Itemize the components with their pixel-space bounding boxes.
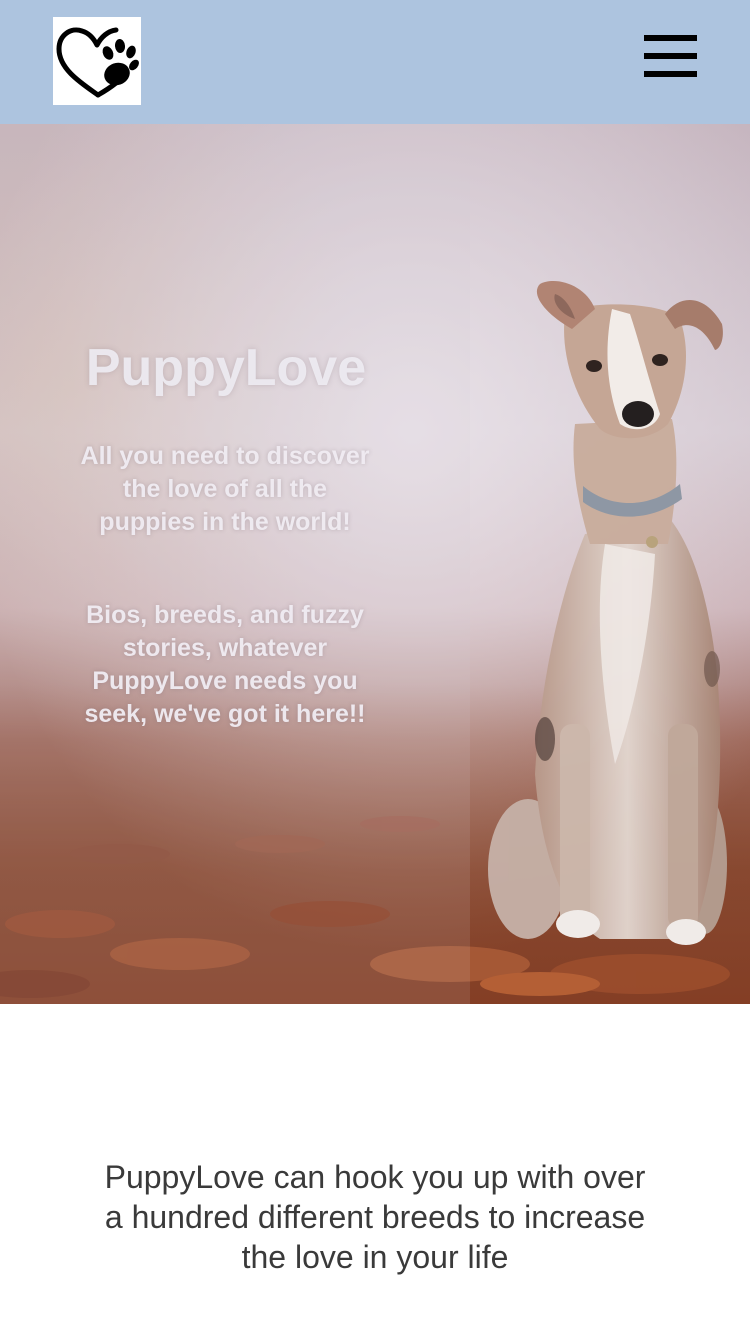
page: PuppyLove All you need to discover the l… <box>0 0 750 1334</box>
menu-bar <box>644 71 697 77</box>
site-header <box>0 0 750 124</box>
intro-text: PuppyLove can hook you up with over a hu… <box>104 1159 646 1275</box>
hero-background-image <box>0 124 750 1004</box>
hero-tagline: All you need to discover the love of all… <box>80 442 370 536</box>
logo-link[interactable] <box>53 17 141 105</box>
menu-bar <box>644 53 697 59</box>
hero-title: PuppyLove <box>85 339 367 397</box>
menu-button[interactable] <box>636 26 706 86</box>
hero-section: PuppyLove All you need to discover the l… <box>0 124 750 1004</box>
hero-description: Bios, breeds, and fuzzy stories, whateve… <box>84 601 366 728</box>
heart-paw-icon <box>53 17 141 105</box>
menu-bar <box>644 35 697 41</box>
